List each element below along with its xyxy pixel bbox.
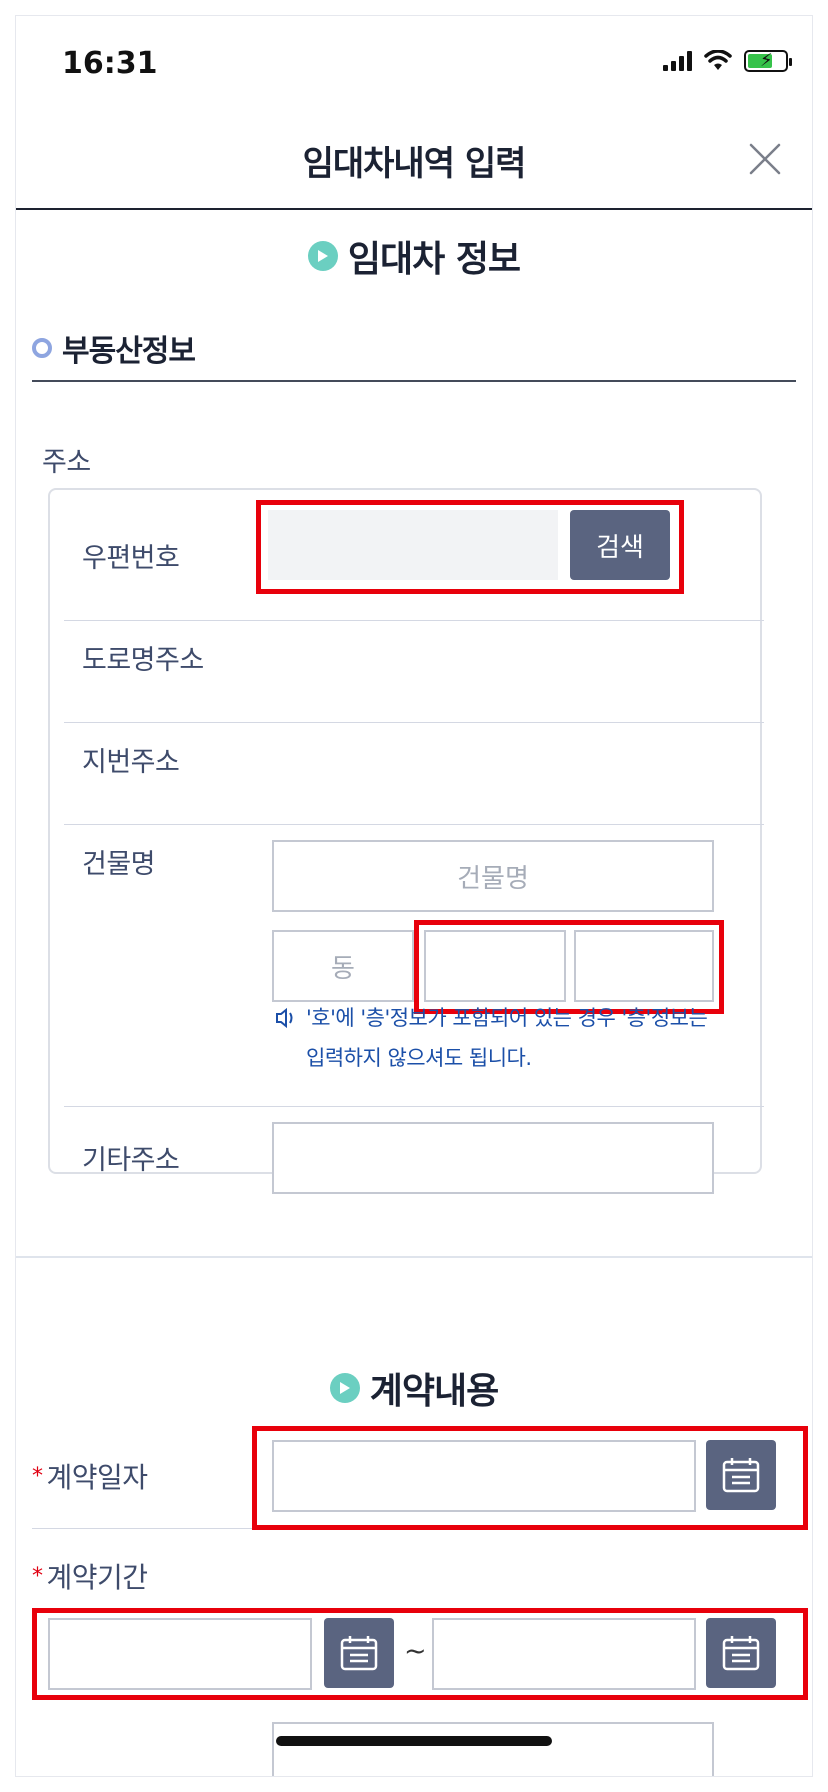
property-subtitle: 부동산정보 <box>32 326 196 370</box>
section-title-lease-info: 임대차 정보 <box>16 230 812 282</box>
wifi-icon <box>704 50 732 70</box>
row-divider <box>64 1106 764 1107</box>
period-separator: ~ <box>404 1636 427 1667</box>
close-icon[interactable] <box>748 142 782 176</box>
property-subtitle-text: 부동산정보 <box>62 334 196 369</box>
lot-address-label: 지번주소 <box>82 747 180 778</box>
contract-date-input[interactable] <box>272 1440 696 1512</box>
row-divider <box>64 620 764 621</box>
ho-input[interactable] <box>424 930 566 1002</box>
required-mark: * <box>32 1463 43 1489</box>
battery-icon: ⚡ <box>744 50 792 72</box>
ring-bullet-icon <box>32 338 52 358</box>
status-time: 16:31 <box>62 46 158 81</box>
start-calendar-button[interactable] <box>324 1618 394 1688</box>
calendar-icon <box>340 1636 378 1671</box>
speaker-icon <box>276 1007 293 1029</box>
row-divider <box>32 1528 252 1529</box>
calendar-button[interactable] <box>706 1440 776 1510</box>
floor-input[interactable] <box>574 930 714 1002</box>
signal-icon <box>663 51 692 71</box>
search-button[interactable]: 검색 <box>570 510 670 580</box>
building-name-label: 건물명 <box>82 849 156 880</box>
other-address-label: 기타주소 <box>82 1145 180 1176</box>
postal-code-input[interactable] <box>268 510 558 580</box>
building-name-input[interactable]: 건물명 <box>272 840 714 912</box>
section-divider <box>16 1256 812 1258</box>
address-label: 주소 <box>42 447 91 478</box>
dong-input[interactable]: 동 <box>272 930 414 1002</box>
floor-notice: '호'에 '층'정보가 포함되어 있는 경우 '층'정보는 입력하지 않으셔도 … <box>276 998 726 1078</box>
contract-date-label: * 계약일자 <box>32 1456 148 1496</box>
calendar-icon <box>722 1458 760 1493</box>
section-title-text: 계약내용 <box>369 1371 499 1412</box>
period-start-input[interactable] <box>48 1618 312 1690</box>
contract-period-label-text: 계약기간 <box>46 1561 149 1594</box>
section-title-contract: 계약내용 <box>16 1362 812 1414</box>
home-indicator[interactable] <box>276 1736 552 1746</box>
page-header: 임대차내역 입력 <box>16 112 812 210</box>
road-address-label: 도로명주소 <box>82 645 204 676</box>
end-calendar-button[interactable] <box>706 1618 776 1688</box>
period-end-input[interactable] <box>432 1618 696 1690</box>
row-divider <box>64 824 764 825</box>
divider <box>32 380 796 382</box>
postal-code-label: 우편번호 <box>82 543 180 574</box>
page-title: 임대차내역 입력 <box>302 144 527 184</box>
status-icons: ⚡ <box>663 50 792 72</box>
next-field-input[interactable] <box>272 1722 714 1776</box>
play-icon <box>329 1373 360 1403</box>
app-frame: 16:31 ⚡ 임대차내역 입력 임대차 정보 부동산정보 주소 우편번호 검색… <box>16 16 812 1776</box>
calendar-icon <box>722 1636 760 1671</box>
notice-text: '호'에 '층'정보가 포함되어 있는 경우 '층'정보는 입력하지 않으셔도 … <box>306 1006 708 1070</box>
row-divider <box>64 722 764 723</box>
section-title-text: 임대차 정보 <box>347 239 521 280</box>
other-address-input[interactable] <box>272 1122 714 1194</box>
play-icon <box>307 241 338 271</box>
contract-date-label-text: 계약일자 <box>46 1461 149 1494</box>
contract-period-label: * 계약기간 <box>32 1556 148 1596</box>
required-mark: * <box>32 1563 43 1589</box>
